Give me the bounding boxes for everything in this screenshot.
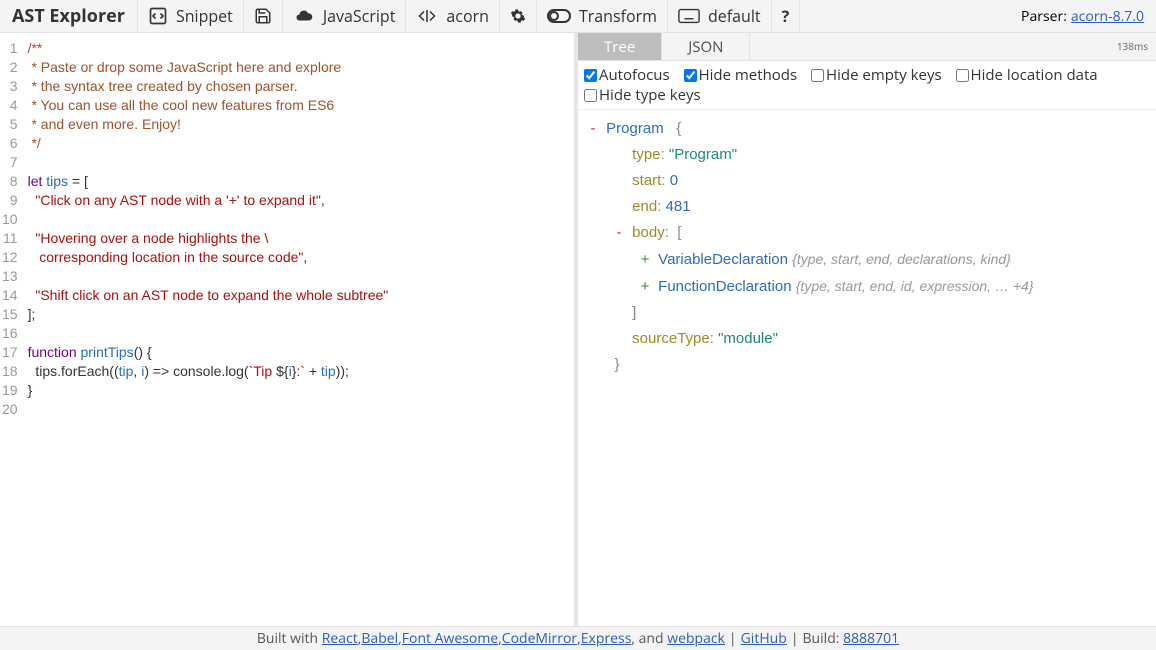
tab-tree[interactable]: Tree [578,33,662,60]
footer-build-link[interactable]: 8888701 [843,629,899,648]
keyboard-icon [678,8,700,24]
collapse-icon[interactable]: - [610,220,628,246]
transform-menu[interactable]: Transform [537,0,668,32]
footer-fa-link[interactable]: Font Awesome [402,629,498,648]
filter-hide-methods-checkbox[interactable] [684,69,697,82]
save-icon [254,7,272,25]
expand-icon[interactable]: + [636,274,654,300]
language-label: JavaScript [323,5,396,27]
parser-label: acorn [446,5,489,27]
code-content[interactable]: /** * Paste or drop some JavaScript here… [24,33,393,626]
toggle-icon [547,8,571,24]
parser-settings[interactable] [500,0,537,32]
help-label: ? [782,5,790,27]
tree-prop-body[interactable]: - body: [ [578,220,1156,246]
ast-tree: - Program { type: "Program" start: 0 end… [578,110,1156,626]
filter-hide-methods[interactable]: Hide methods [684,65,798,85]
parser-menu[interactable]: acorn [406,0,500,32]
footer-cm-link[interactable]: CodeMirror [502,629,577,648]
cloud-icon [293,7,315,25]
app-title: AST Explorer [0,0,138,32]
footer-webpack-link[interactable]: webpack [667,629,725,648]
tree-prop-sourcetype[interactable]: sourceType: "module" [578,326,1156,352]
tool-menu[interactable]: default [668,0,772,32]
gear-icon [510,8,526,24]
node-program[interactable]: Program [606,120,664,137]
main-split: 1234567891011121314151617181920 /** * Pa… [0,33,1156,626]
parser-info: Parser: acorn-8.7.0 [1009,0,1156,32]
help-button[interactable]: ? [772,0,801,32]
tree-root[interactable]: - Program { [578,116,1156,142]
filter-autofocus-checkbox[interactable] [584,69,597,82]
footer-babel-link[interactable]: Babel [361,629,398,648]
tree-node-vardecl[interactable]: + VariableDeclaration {type, start, end,… [578,246,1156,273]
expand-icon[interactable]: + [636,247,654,273]
tree-body-close: ] [578,300,1156,326]
tree-root-close: } [578,352,1156,378]
tree-filters: Autofocus Hide methods Hide empty keys H… [578,61,1156,110]
tree-prop-start[interactable]: start: 0 [578,168,1156,194]
output-tabs: Tree JSON 138ms [578,33,1156,61]
filter-hide-empty[interactable]: Hide empty keys [811,65,942,85]
save-button[interactable] [244,0,283,32]
code-editor[interactable]: 1234567891011121314151617181920 /** * Pa… [0,33,578,626]
filter-hide-type-checkbox[interactable] [584,89,597,102]
tool-label: default [708,5,761,27]
tree-prop-end[interactable]: end: 481 [578,194,1156,220]
footer-express-link[interactable]: Express [581,629,632,648]
snippet-menu[interactable]: Snippet [138,0,244,32]
toolbar-spacer [800,0,1009,32]
parse-time: 138ms [1117,33,1156,60]
footer: Built with React, Babel, Font Awesome, C… [0,626,1156,650]
footer-github-link[interactable]: GitHub [741,629,787,648]
tree-prop-type[interactable]: type: "Program" [578,142,1156,168]
filter-autofocus[interactable]: Autofocus [584,65,670,85]
tab-json[interactable]: JSON [662,33,750,60]
filter-hide-location-checkbox[interactable] [956,69,969,82]
language-menu[interactable]: JavaScript [283,0,407,32]
tree-node-fndecl[interactable]: + FunctionDeclaration {type, start, end,… [578,273,1156,300]
snippet-label: Snippet [176,5,233,27]
filter-hide-empty-checkbox[interactable] [811,69,824,82]
code-brackets-icon [416,7,438,25]
line-gutter: 1234567891011121314151617181920 [0,33,24,626]
code-icon [148,6,168,26]
filter-hide-type[interactable]: Hide type keys [584,85,701,105]
footer-react-link[interactable]: React [322,629,358,648]
parser-info-label: Parser: [1021,7,1067,26]
parser-version-link[interactable]: acorn-8.7.0 [1071,7,1144,26]
filter-hide-location[interactable]: Hide location data [956,65,1098,85]
main-toolbar: AST Explorer Snippet JavaScript acorn Tr… [0,0,1156,33]
transform-label: Transform [579,5,657,27]
collapse-icon[interactable]: - [584,116,602,142]
ast-panel: Tree JSON 138ms Autofocus Hide methods H… [578,33,1156,626]
